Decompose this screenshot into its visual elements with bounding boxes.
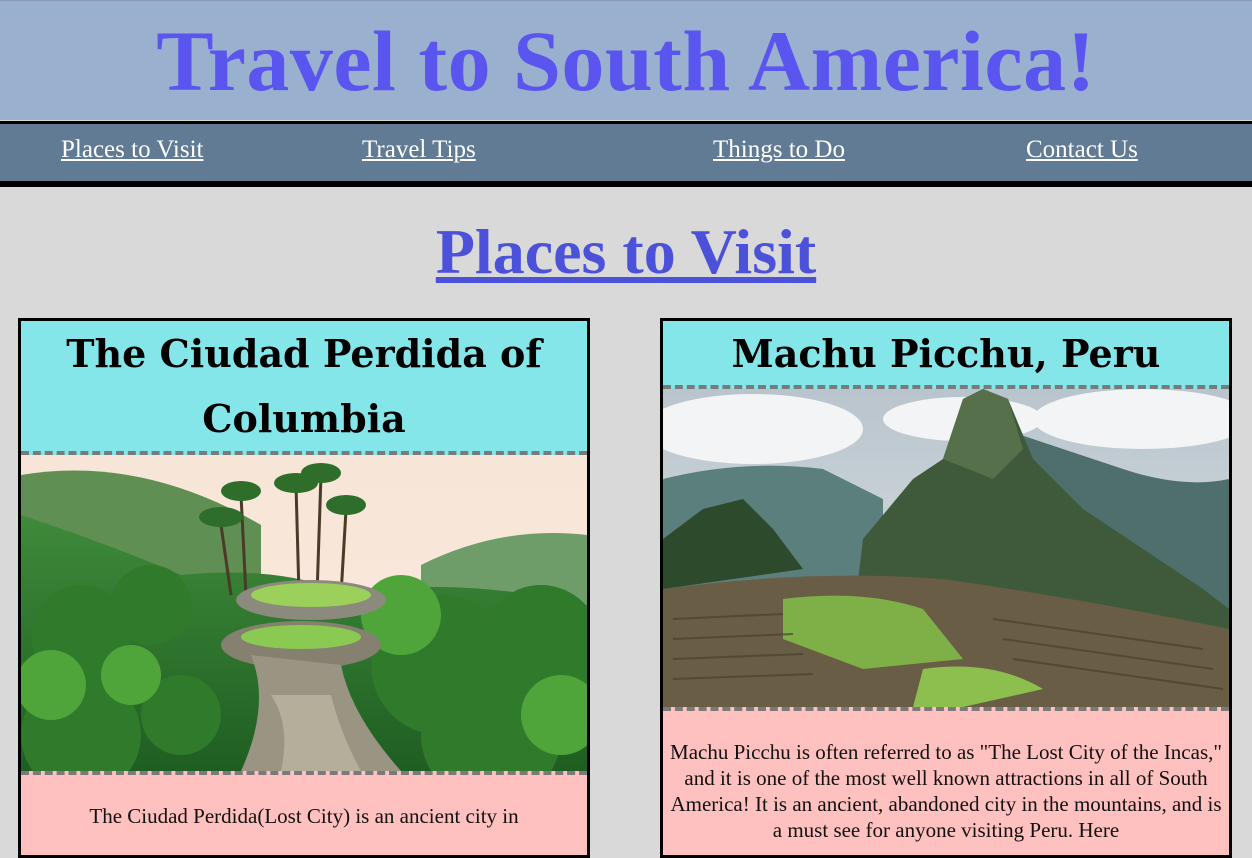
main-nav: Places to Visit Travel Tips Things to Do…	[0, 121, 1252, 187]
place-card-ciudad-perdida: The Ciudad Perdida of Columbia The Ciuda…	[18, 318, 590, 858]
site-header: Travel to South America!	[0, 0, 1252, 120]
card-title: The Ciudad Perdida of Columbia	[21, 321, 587, 455]
card-description: The Ciudad Perdida(Lost City) is an anci…	[89, 804, 519, 828]
machu-picchu-illustration	[663, 389, 1229, 707]
machu-picchu-photo	[663, 389, 1229, 711]
card-description: Machu Picchu is often referred to as "Th…	[670, 740, 1222, 842]
nav-link-things-to-do[interactable]: Things to Do	[713, 136, 845, 164]
ciudad-perdida-illustration	[21, 455, 587, 771]
nav-link-travel-tips[interactable]: Travel Tips	[362, 136, 476, 164]
place-card-machu-picchu: Machu Picchu, Peru Machu Picchu is often…	[660, 318, 1232, 858]
site-title: Travel to South America!	[156, 13, 1096, 109]
nav-link-contact-us[interactable]: Contact Us	[1026, 136, 1138, 164]
ciudad-perdida-photo	[21, 455, 587, 775]
section-title: Places to Visit	[435, 216, 817, 287]
card-title: Machu Picchu, Peru	[663, 321, 1229, 389]
nav-link-places-to-visit[interactable]: Places to Visit	[61, 136, 203, 164]
